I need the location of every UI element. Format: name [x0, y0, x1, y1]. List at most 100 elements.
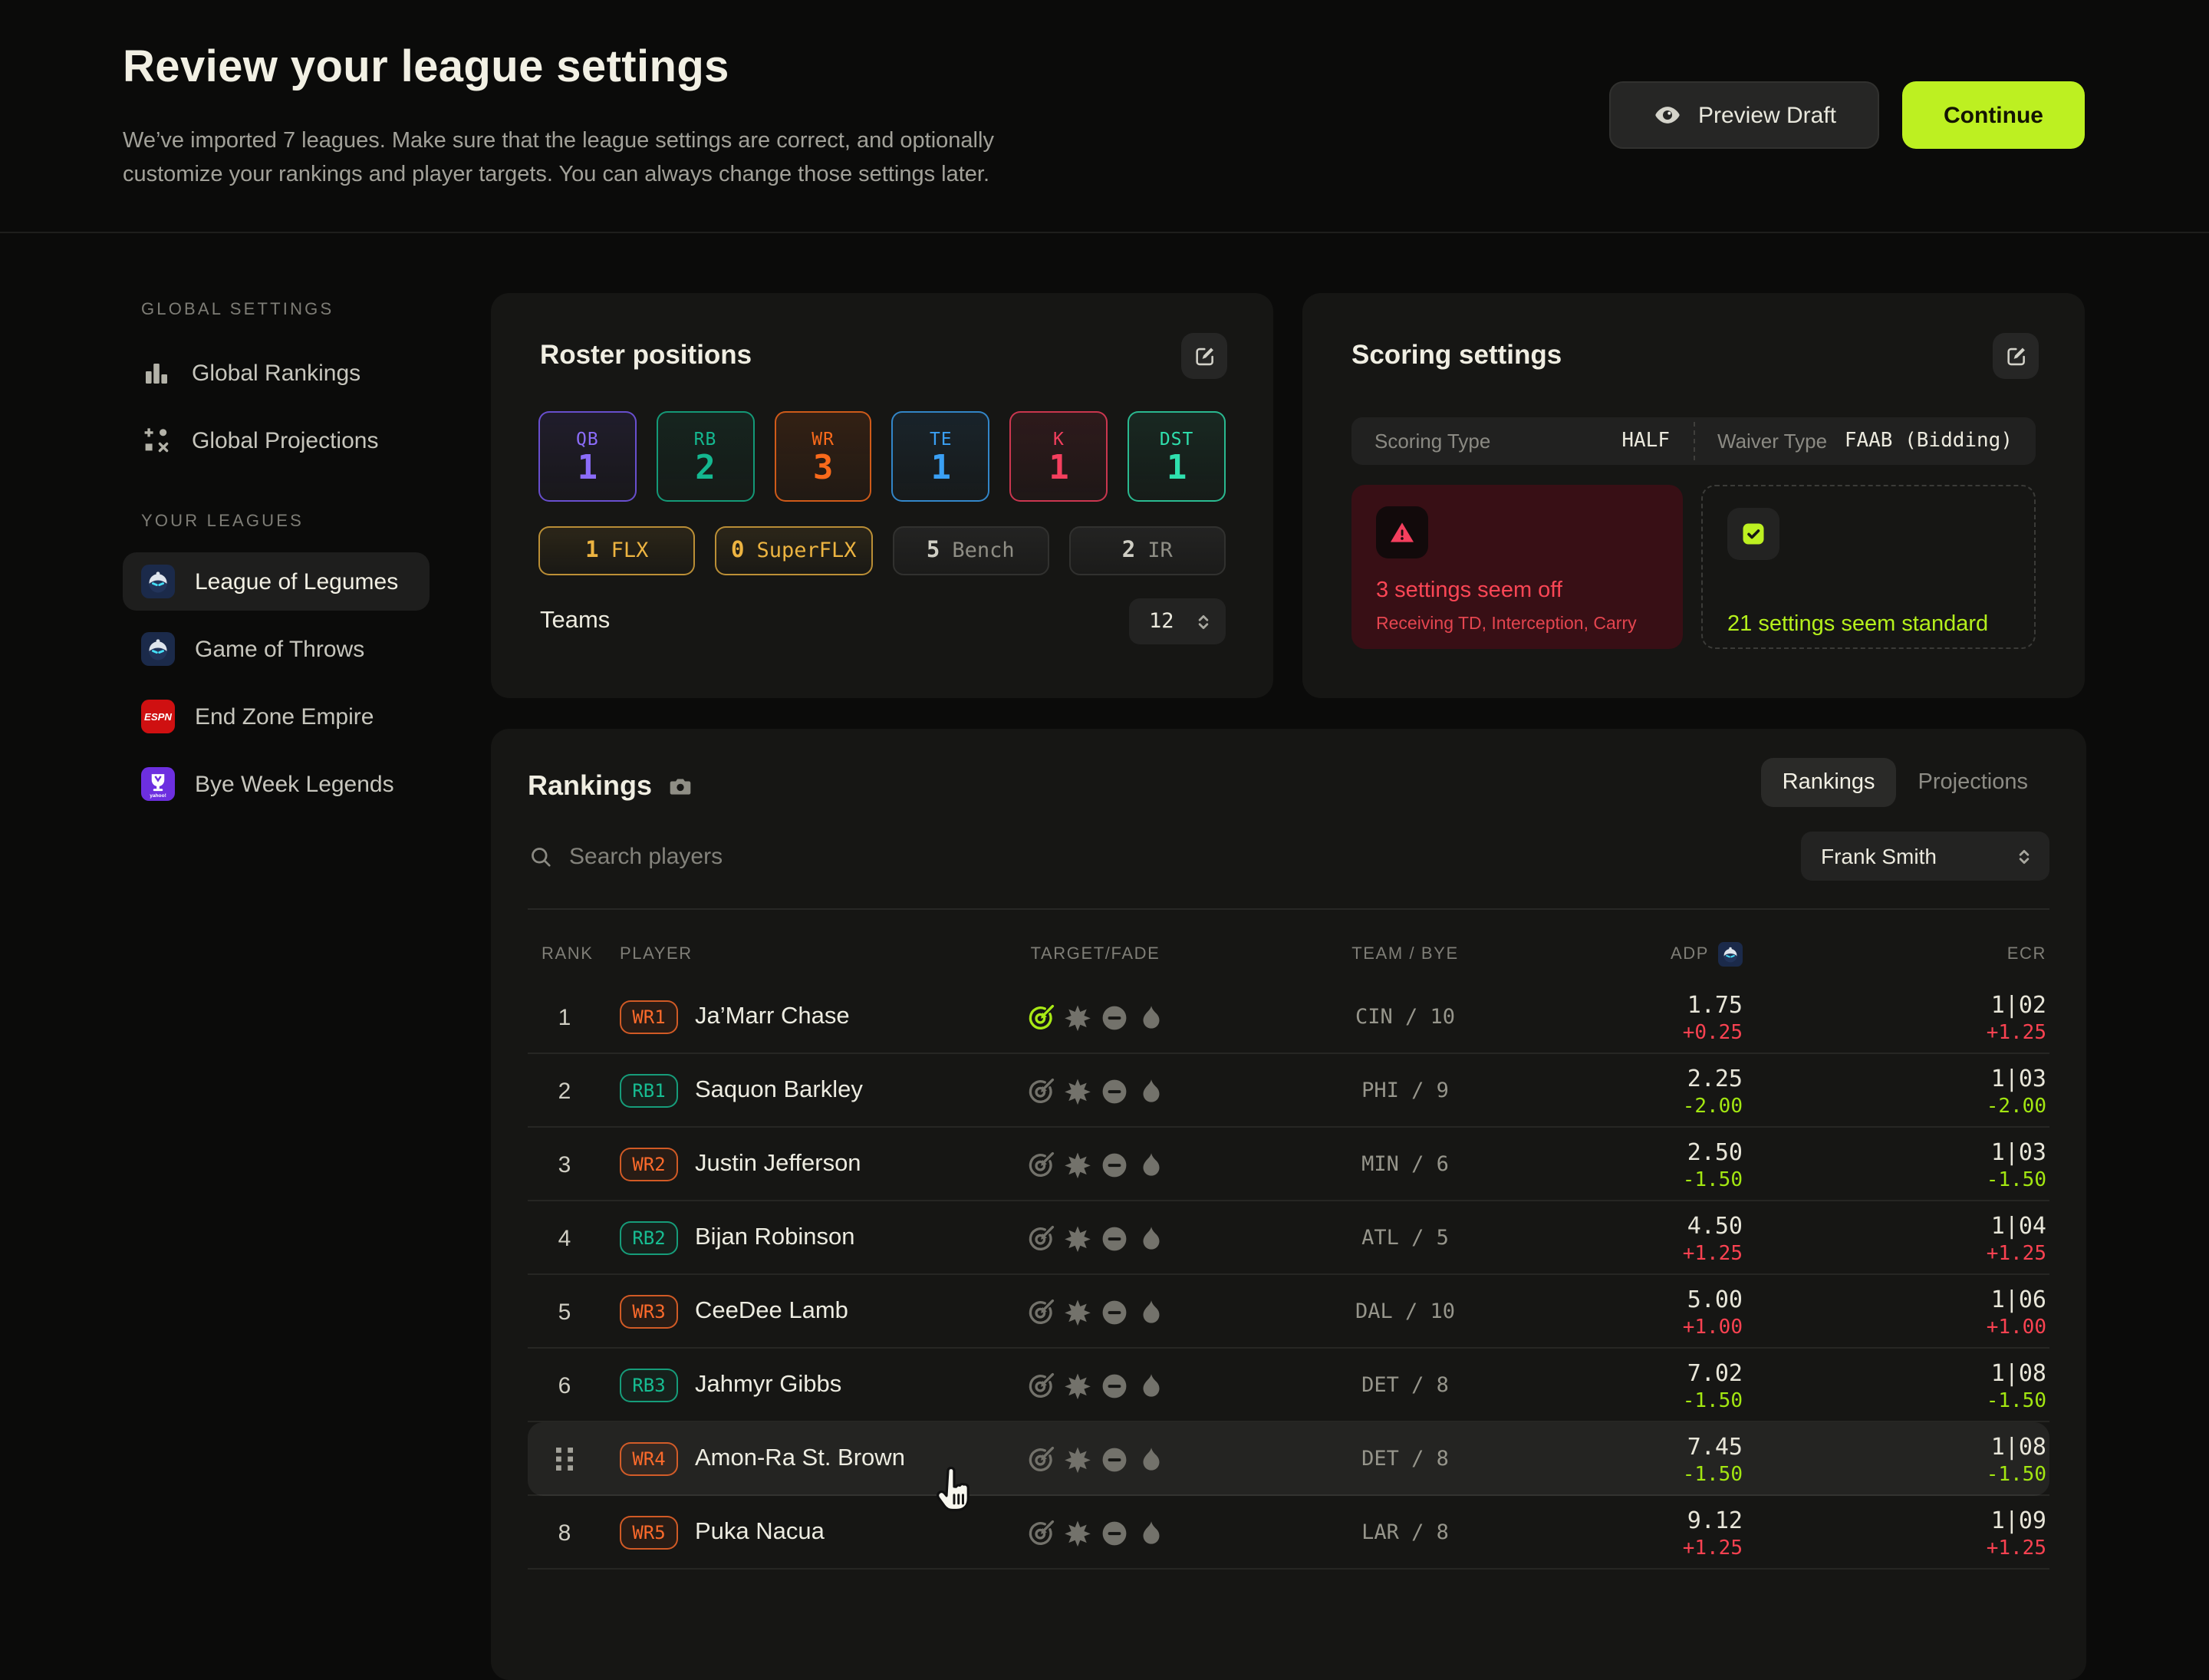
slot-chip-ir[interactable]: 2 IR: [1069, 526, 1226, 575]
minus-circle-icon[interactable]: [1098, 1443, 1130, 1475]
target-icon[interactable]: [1024, 1001, 1056, 1033]
slot-chip-flx[interactable]: 1 FLX: [538, 526, 696, 575]
minus-circle-icon[interactable]: [1098, 1075, 1130, 1107]
flame-icon[interactable]: [1134, 1517, 1167, 1549]
search-input[interactable]: [569, 843, 1786, 869]
table-row[interactable]: 6 RB3 Jahmyr Gibbs DET / 8 7.02 -1.50: [528, 1349, 2049, 1422]
table-row[interactable]: 1 WR1 Ja’Marr Chase CIN / 10 1.75 +0.25: [528, 980, 2049, 1054]
target-icon[interactable]: [1024, 1443, 1056, 1475]
sidebar-item-global-rankings[interactable]: Global Rankings: [123, 339, 430, 407]
table-row-hovered[interactable]: WR4 Amon-Ra St. Brown DET / 8 7.45 -1.50…: [528, 1422, 2049, 1496]
ranker-select[interactable]: Frank Smith: [1801, 832, 2049, 881]
flame-icon[interactable]: [1134, 1148, 1167, 1181]
teams-stepper[interactable]: 12: [1129, 598, 1226, 644]
target-icon[interactable]: [1024, 1369, 1056, 1402]
minus-circle-icon[interactable]: [1098, 1296, 1130, 1328]
burst-icon[interactable]: [1061, 1296, 1093, 1328]
burst-icon[interactable]: [1061, 1148, 1093, 1181]
position-tile-te[interactable]: TE 1: [892, 411, 990, 502]
minus-circle-icon[interactable]: [1098, 1148, 1130, 1181]
minus-circle-icon[interactable]: [1098, 1369, 1130, 1402]
col-player: PLAYER: [601, 944, 1019, 963]
waiver-type-value: FAAB (Bidding): [1845, 430, 2013, 453]
flame-icon[interactable]: [1134, 1001, 1167, 1033]
position-tiles: QB 1 RB 2 WR 3 TE 1 K 1 DST 1: [538, 411, 1226, 502]
burst-icon[interactable]: [1061, 1001, 1093, 1033]
player-cell: WR2 Justin Jefferson: [601, 1148, 1019, 1181]
target-fade-actions: [1019, 1148, 1172, 1181]
continue-button[interactable]: Continue: [1902, 81, 2085, 149]
sidebar-item-bye-week-legends[interactable]: Bye Week Legends: [123, 750, 430, 818]
flame-icon[interactable]: [1134, 1222, 1167, 1254]
adp-cell: 5.00 +1.00: [1638, 1285, 1743, 1339]
ranker-select-value: Frank Smith: [1821, 844, 1937, 868]
col-rank: RANK: [528, 944, 601, 963]
flame-icon[interactable]: [1134, 1075, 1167, 1107]
position-tile-wr[interactable]: WR 3: [774, 411, 872, 502]
position-tile-rb[interactable]: RB 2: [657, 411, 755, 502]
preview-draft-button[interactable]: Preview Draft: [1609, 81, 1879, 149]
projections-icon: [141, 425, 172, 456]
warning-triangle-icon: [1388, 519, 1416, 546]
minus-circle-icon[interactable]: [1098, 1517, 1130, 1549]
burst-icon[interactable]: [1061, 1369, 1093, 1402]
burst-icon[interactable]: [1061, 1222, 1093, 1254]
player-cell: WR5 Puka Nacua: [601, 1516, 1019, 1550]
position-badge: WR2: [620, 1148, 678, 1181]
player-rank: 6: [528, 1372, 601, 1398]
slot-chip-superflx[interactable]: 0 SuperFLX: [716, 526, 873, 575]
target-icon[interactable]: [1024, 1296, 1056, 1328]
check-tile: [1727, 508, 1779, 560]
edit-scoring-button[interactable]: [1993, 333, 2039, 379]
sidebar-item-end-zone-empire[interactable]: End Zone Empire: [123, 683, 430, 750]
adp-cell: 4.50 +1.25: [1638, 1211, 1743, 1265]
flame-icon[interactable]: [1134, 1369, 1167, 1402]
chevron-updown-icon: [1193, 611, 1213, 631]
scoring-card-title: Scoring settings: [1351, 339, 1562, 371]
sleeper-icon: [141, 565, 175, 598]
tab-projections[interactable]: Projections: [1897, 758, 2049, 807]
settings-off-box[interactable]: 3 settings seem off Receiving TD, Interc…: [1351, 485, 1683, 649]
settings-off-title: 3 settings seem off: [1376, 578, 1562, 603]
tab-rankings[interactable]: Rankings: [1761, 758, 1897, 807]
page-header: Review your league settings We’ve import…: [0, 0, 2209, 233]
ecr-cell: 1|02 +1.25: [1743, 990, 2049, 1044]
table-row[interactable]: 5 WR3 CeeDee Lamb DAL / 10 5.00 +1.00: [528, 1275, 2049, 1349]
position-tile-qb[interactable]: QB 1: [538, 411, 637, 502]
burst-icon[interactable]: [1061, 1443, 1093, 1475]
target-icon[interactable]: [1024, 1148, 1056, 1181]
position-tile-k[interactable]: K 1: [1010, 411, 1108, 502]
settings-standard-box[interactable]: 21 settings seem standard: [1701, 485, 2036, 649]
target-icon[interactable]: [1024, 1075, 1056, 1107]
target-icon[interactable]: [1024, 1222, 1056, 1254]
teams-value: 12: [1149, 609, 1174, 634]
table-row[interactable]: 4 RB2 Bijan Robinson ATL / 5 4.50 +1.25: [528, 1201, 2049, 1275]
table-row[interactable]: 2 RB1 Saquon Barkley PHI / 9 2.25 -2.00: [528, 1054, 2049, 1128]
flame-icon[interactable]: [1134, 1296, 1167, 1328]
table-row[interactable]: 8 WR5 Puka Nacua LAR / 8 9.12 +1.25: [528, 1496, 2049, 1570]
minus-circle-icon[interactable]: [1098, 1001, 1130, 1033]
target-fade-actions: [1019, 1075, 1172, 1107]
table-row[interactable]: 3 WR2 Justin Jefferson MIN / 6 2.50 -1.5…: [528, 1128, 2049, 1201]
sidebar-item-league-of-legumes[interactable]: League of Legumes: [123, 552, 430, 611]
flame-icon[interactable]: [1134, 1443, 1167, 1475]
eye-icon: [1652, 100, 1683, 130]
scoring-status-boxes: 3 settings seem off Receiving TD, Interc…: [1351, 485, 2036, 649]
target-icon[interactable]: [1024, 1517, 1056, 1549]
slot-chip-bench[interactable]: 5 Bench: [892, 526, 1049, 575]
camera-icon[interactable]: [667, 773, 693, 799]
bar-chart-icon: [141, 357, 172, 388]
burst-icon[interactable]: [1061, 1075, 1093, 1107]
team-bye: DAL / 10: [1172, 1300, 1638, 1324]
team-bye: DET / 8: [1172, 1447, 1638, 1471]
drag-handle[interactable]: [528, 1445, 601, 1473]
sidebar-item-game-of-throws[interactable]: Game of Throws: [123, 615, 430, 683]
sidebar-item-global-projections[interactable]: Global Projections: [123, 407, 430, 474]
burst-icon[interactable]: [1061, 1517, 1093, 1549]
minus-circle-icon[interactable]: [1098, 1222, 1130, 1254]
team-bye: ATL / 5: [1172, 1226, 1638, 1250]
position-tile-dst[interactable]: DST 1: [1128, 411, 1226, 502]
player-name: Puka Nacua: [695, 1519, 825, 1547]
position-badge: WR1: [620, 1000, 678, 1034]
edit-roster-button[interactable]: [1181, 333, 1227, 379]
